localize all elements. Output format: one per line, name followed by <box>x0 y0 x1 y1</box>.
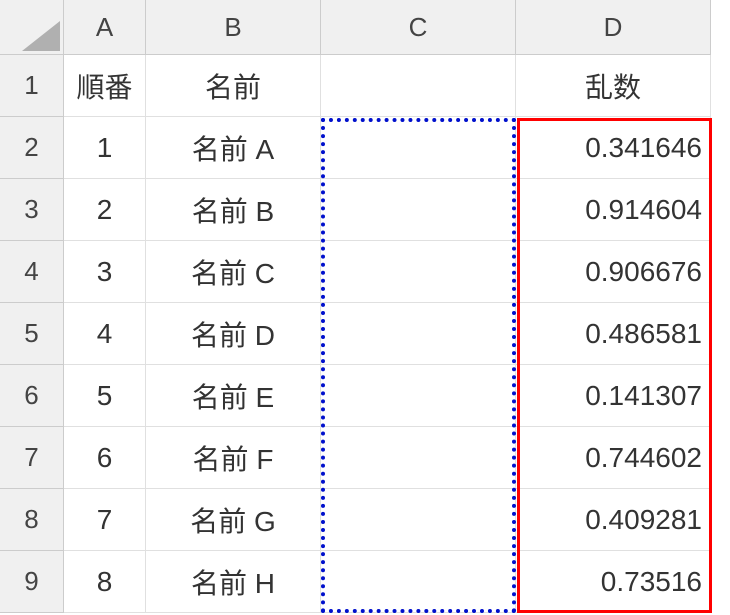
cell-B4[interactable]: 名前 C <box>146 241 321 303</box>
cell-A6[interactable]: 5 <box>64 365 146 427</box>
cell-A7[interactable]: 6 <box>64 427 146 489</box>
cell-C7[interactable] <box>321 427 516 489</box>
cell-B5[interactable]: 名前 D <box>146 303 321 365</box>
cell-B3[interactable]: 名前 B <box>146 179 321 241</box>
row-header-8[interactable]: 8 <box>0 489 64 551</box>
col-header-A[interactable]: A <box>64 0 146 55</box>
cell-C5[interactable] <box>321 303 516 365</box>
spreadsheet-grid: A B C D 1 順番 名前 乱数 2 1 名前 A 0.341646 3 2… <box>0 0 711 613</box>
cell-B6[interactable]: 名前 E <box>146 365 321 427</box>
cell-A1[interactable]: 順番 <box>64 55 146 117</box>
cell-C1[interactable] <box>321 55 516 117</box>
cell-A4[interactable]: 3 <box>64 241 146 303</box>
cell-C6[interactable] <box>321 365 516 427</box>
row-header-2[interactable]: 2 <box>0 117 64 179</box>
col-header-B[interactable]: B <box>146 0 321 55</box>
col-header-C[interactable]: C <box>321 0 516 55</box>
cell-C2[interactable] <box>321 117 516 179</box>
cell-A3[interactable]: 2 <box>64 179 146 241</box>
row-header-3[interactable]: 3 <box>0 179 64 241</box>
cell-D3[interactable]: 0.914604 <box>516 179 711 241</box>
col-header-D[interactable]: D <box>516 0 711 55</box>
cell-C4[interactable] <box>321 241 516 303</box>
row-header-6[interactable]: 6 <box>0 365 64 427</box>
cell-C9[interactable] <box>321 551 516 613</box>
cell-C8[interactable] <box>321 489 516 551</box>
row-header-7[interactable]: 7 <box>0 427 64 489</box>
cell-A8[interactable]: 7 <box>64 489 146 551</box>
row-header-9[interactable]: 9 <box>0 551 64 613</box>
row-header-5[interactable]: 5 <box>0 303 64 365</box>
cell-D9[interactable]: 0.73516 <box>516 551 711 613</box>
cell-D2[interactable]: 0.341646 <box>516 117 711 179</box>
cell-D5[interactable]: 0.486581 <box>516 303 711 365</box>
cell-B8[interactable]: 名前 G <box>146 489 321 551</box>
cell-A2[interactable]: 1 <box>64 117 146 179</box>
cell-A5[interactable]: 4 <box>64 303 146 365</box>
row-header-1[interactable]: 1 <box>0 55 64 117</box>
cell-D8[interactable]: 0.409281 <box>516 489 711 551</box>
cell-D4[interactable]: 0.906676 <box>516 241 711 303</box>
row-header-4[interactable]: 4 <box>0 241 64 303</box>
cell-D1[interactable]: 乱数 <box>516 55 711 117</box>
cell-B1[interactable]: 名前 <box>146 55 321 117</box>
select-all-corner[interactable] <box>0 0 64 55</box>
cell-A9[interactable]: 8 <box>64 551 146 613</box>
cell-C3[interactable] <box>321 179 516 241</box>
cell-D7[interactable]: 0.744602 <box>516 427 711 489</box>
cell-B7[interactable]: 名前 F <box>146 427 321 489</box>
cell-B2[interactable]: 名前 A <box>146 117 321 179</box>
cell-D6[interactable]: 0.141307 <box>516 365 711 427</box>
cell-B9[interactable]: 名前 H <box>146 551 321 613</box>
